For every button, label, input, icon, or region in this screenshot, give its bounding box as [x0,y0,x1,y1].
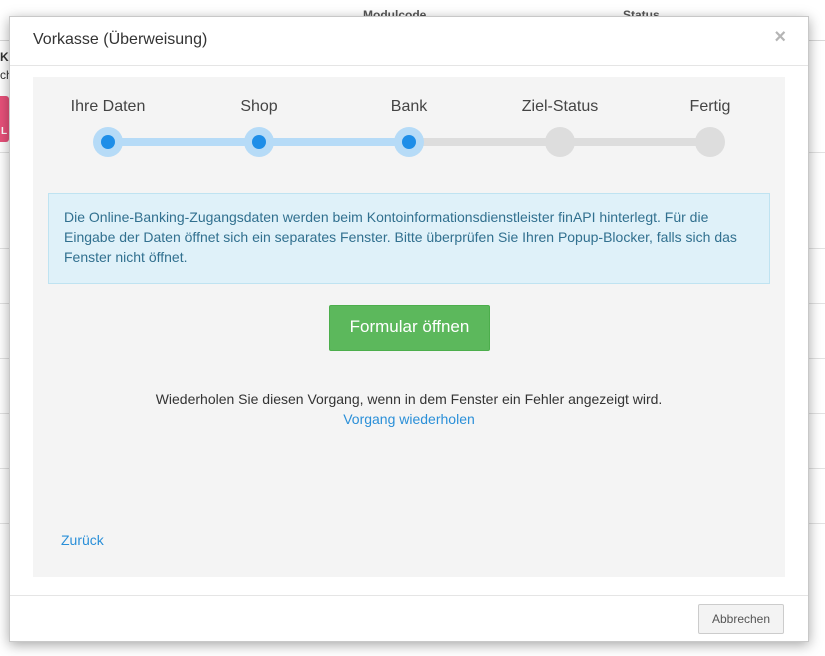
info-alert: Die Online-Banking-Zugangsdaten werden b… [48,193,770,284]
retry-link-row: Vorgang wiederholen [33,411,785,427]
step-label-shop: Shop [240,98,278,115]
step-dot-ziel-status [545,127,575,157]
step-label-fertig: Fertig [689,98,731,115]
retry-hint-text: Wiederholen Sie diesen Vorgang, wenn in … [155,391,663,407]
step-dot-bank [394,127,424,157]
step-label-ihre-daten: Ihre Daten [70,98,146,115]
step-label-ziel-status: Ziel-Status [521,98,599,115]
background-pink-button-label: L [1,126,8,137]
step-label-bank: Bank [390,98,428,115]
close-icon[interactable]: × [774,27,786,47]
cancel-button[interactable]: Abbrechen [698,604,784,634]
retry-link[interactable]: Vorgang wiederholen [343,411,475,427]
step-dot-ihre-daten [93,127,123,157]
open-form-button[interactable]: Formular öffnen [329,305,490,351]
modal-title: Vorkasse (Überweisung) [33,31,208,48]
modal-header: Vorkasse (Überweisung) × [10,17,808,66]
step-dot-fertig [695,127,725,157]
wizard-progress: Ihre Daten Shop Bank Ziel-Status Fertig [33,77,785,177]
back-link[interactable]: Zurück [61,532,104,548]
modal-body: Ihre Daten Shop Bank Ziel-Status Fertig … [33,77,785,577]
modal-footer: Abbrechen [10,595,808,642]
payment-setup-modal: Vorkasse (Überweisung) × Ihre Daten Shop… [9,16,809,642]
step-dot-shop [244,127,274,157]
